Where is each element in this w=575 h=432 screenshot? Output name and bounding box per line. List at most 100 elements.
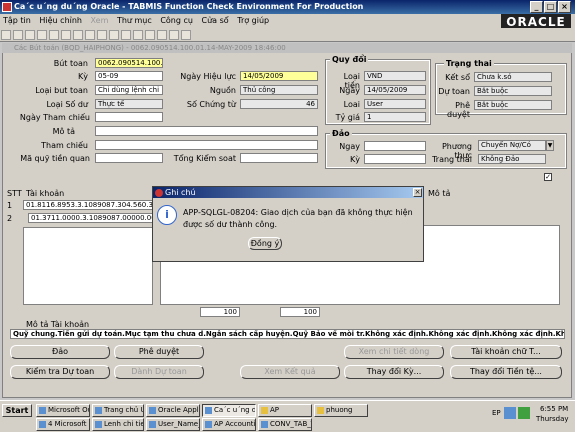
check-funds-button[interactable]: Kiểm tra Dự toan [10,365,110,379]
copy-icon[interactable] [73,30,83,40]
task-label: phuong [326,406,353,414]
document-number-label: Số Chứng từ [186,100,236,109]
task-outlook[interactable]: Microsoft Outl... [36,404,90,417]
task-ap-folder[interactable]: AP [258,404,312,417]
category-field[interactable]: Chi dùng lệnh chi [95,85,163,95]
close-icon[interactable]: × [413,188,422,197]
conversion-type-label: Loai [343,100,360,109]
reversal-method-select[interactable]: Chuyển Nợ/Có [478,140,546,151]
taskbar: Start Microsoft Outl... Trang chủ Un... … [0,400,575,432]
line-number: 2 [7,214,13,223]
folder-icon [317,407,324,414]
task-homepage[interactable]: Trang chủ Un... [92,404,144,417]
task-lenh-chi[interactable]: Lenh chi tien_... [92,418,144,431]
tray-icon[interactable] [504,407,516,419]
network-icon[interactable] [518,407,530,419]
menu-help[interactable]: Trợ giúp [234,14,272,27]
clear-icon[interactable] [97,30,107,40]
reversal-period-field[interactable] [364,154,426,164]
task-oracle-apps-active[interactable]: Ca´c u´ng d... [202,404,256,417]
save-icon[interactable] [25,30,35,40]
task-microsoft-group[interactable]: 4 Microsoft ... [36,418,90,431]
minimize-button[interactable]: _ [530,1,543,13]
view-line-details-button[interactable]: Xem chi tiết dòng [344,345,444,359]
column-header-account: Tài khoản [26,189,65,198]
reverse-button[interactable]: Đảo [10,345,110,359]
folder-icon[interactable] [169,30,179,40]
document-number-field[interactable]: 46 [240,99,318,109]
balance-type-field[interactable]: Thực tế [95,99,163,109]
cut-icon[interactable] [61,30,71,40]
reference-date-field[interactable] [95,112,163,122]
approval-field[interactable]: Bắt buộc [474,100,552,110]
t-accounts-button[interactable]: Tài khoản chữ T... [450,345,562,359]
new-icon[interactable] [1,30,11,40]
toolbar [0,28,575,42]
task-user-name[interactable]: User_Name_T... [146,418,200,431]
task-label: User_Name_T... [158,420,199,428]
zoom-icon[interactable] [133,30,143,40]
journal-field[interactable]: 0062.090514.100.01 [95,58,163,68]
reserve-funds-button[interactable]: Dành Dự toan [114,365,204,379]
delete-icon[interactable] [109,30,119,40]
menu-file[interactable]: Tập tin [0,14,34,27]
period-field[interactable]: 05-09 [95,71,163,81]
change-currency-button[interactable]: Thay đổi Tiền tệ... [450,365,562,379]
language-indicator[interactable]: EP [492,409,501,417]
attachment-icon[interactable] [157,30,167,40]
menu-edit[interactable]: Hiệu chỉnh [36,14,85,27]
task-conv-tab[interactable]: CONV_TAB_T... [258,418,312,431]
task-ap-accounting[interactable]: AP Accountin... [202,418,256,431]
source-label: Nguồn [209,86,236,95]
menu-window[interactable]: Cửa sổ [199,14,232,27]
posting-field[interactable]: Chưa k.só [474,72,552,82]
account-field[interactable]: 01.3711.0000.3.1089087.00000.000.00 [28,213,158,223]
source-field[interactable]: Thủ công [240,85,318,95]
status-group-title: Trạng thai [444,59,494,68]
maximize-button[interactable]: □ [544,1,557,13]
description-field[interactable] [95,126,318,136]
conversion-type-field[interactable]: User [364,99,426,109]
menu-tools[interactable]: Công cụ [157,14,196,27]
open-icon[interactable] [13,30,23,40]
menu-view[interactable]: Xem [88,14,112,27]
reversal-date-field[interactable] [364,141,426,151]
change-period-button[interactable]: Thay đổi Kỳ... [344,365,444,379]
close-button[interactable]: × [558,1,571,13]
account-description-field: Quỹ chung.Tiền gửi dự toán.Mục tạm thu c… [10,329,565,339]
reference-field[interactable] [95,140,318,150]
task-label: Oracle Applica... [158,406,200,414]
view-results-button[interactable]: Xem Kết quả [240,365,340,379]
fund-code-field[interactable] [95,153,163,163]
task-label: Microsoft Outl... [48,406,89,414]
approval-label: Phê duyệt [447,101,470,119]
task-label: AP Accountin... [214,420,256,428]
effective-date-field[interactable]: 14/05/2009 [240,71,318,81]
funds-status-field[interactable]: Bắt buộc [474,86,552,96]
task-oracle-applications[interactable]: Oracle Applica... [146,404,200,417]
reversal-status-label: Trang thai [432,155,472,164]
help-icon[interactable] [181,30,191,40]
description-label: Mô tả [52,127,75,136]
conversion-date-field[interactable]: 14/05/2009 [364,85,426,95]
currency-field[interactable]: VND [364,71,426,81]
approve-button[interactable]: Phê duyệt [114,345,204,359]
rate-field[interactable]: 1 [364,112,426,122]
close-form-icon[interactable] [49,30,59,40]
chevron-down-icon[interactable]: ▼ [546,140,554,151]
task-phuong-folder[interactable]: phuong [314,404,368,417]
start-button[interactable]: Start [2,404,32,417]
paste-icon[interactable] [85,30,95,40]
print-icon[interactable] [37,30,47,40]
translate-icon[interactable] [145,30,155,40]
account-field[interactable]: 01.8116.8953.3.1089087.304.560.369.0 [23,200,158,210]
balance-checkbox[interactable]: ✓ [544,173,552,181]
menu-folder[interactable]: Thư mục [114,14,155,27]
edit-field-icon[interactable] [121,30,131,40]
dialog-app-icon [155,189,163,197]
browser-icon [95,407,102,414]
reversal-status-field[interactable]: Không Đảo [478,154,546,164]
ok-button[interactable]: Đồng ý [248,237,282,250]
control-total-field[interactable] [240,153,318,163]
document-icon [205,421,212,428]
